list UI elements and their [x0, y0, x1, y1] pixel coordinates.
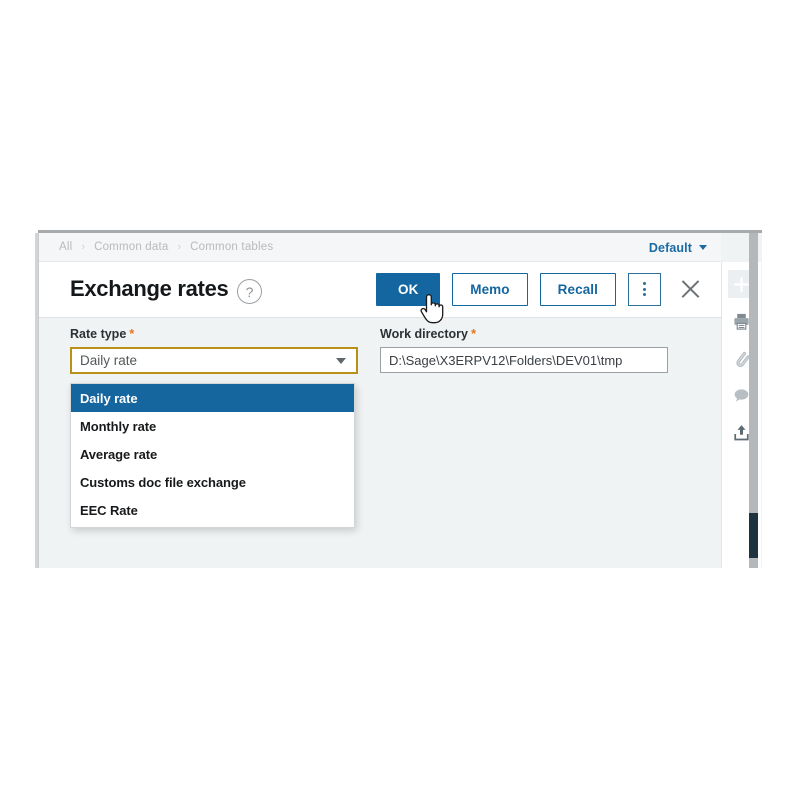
kebab-dot [643, 293, 646, 296]
rate-type-select[interactable]: Daily rate [70, 347, 358, 374]
breadcrumb-item-common-tables[interactable]: Common tables [190, 241, 273, 253]
required-marker: * [129, 326, 135, 341]
dropdown-option-monthly-rate[interactable]: Monthly rate [71, 412, 354, 440]
breadcrumb-item-all[interactable]: All [59, 241, 72, 253]
form-content-area: Rate type * Daily rate Daily rate Monthly… [39, 318, 721, 568]
kebab-dot [643, 282, 646, 285]
ok-button[interactable]: OK [376, 272, 441, 306]
kebab-dot [643, 287, 646, 291]
rate-type-label-text: Rate type [70, 327, 127, 341]
header-action-bar: OK Memo Recall [376, 272, 721, 306]
window-header: Exchange rates ? OK Memo Recall [39, 262, 721, 318]
screenshot-canvas: All › Common data › Common tables Defaul… [0, 0, 800, 800]
breadcrumb-bar: All › Common data › Common tables Defaul… [39, 233, 721, 262]
close-icon[interactable] [673, 272, 707, 306]
help-icon[interactable]: ? [237, 279, 262, 304]
view-selector-default[interactable]: Default [649, 233, 707, 262]
dropdown-option-daily-rate[interactable]: Daily rate [71, 384, 354, 412]
kebab-menu-icon[interactable] [628, 272, 661, 306]
dropdown-option-customs-doc-file-exchange[interactable]: Customs doc file exchange [71, 468, 354, 496]
view-selector-label: Default [648, 240, 692, 255]
erp-application-window: All › Common data › Common tables Defaul… [38, 233, 762, 568]
breadcrumb-separator-icon: › [81, 240, 86, 253]
breadcrumb-separator-icon: › [177, 240, 182, 253]
page-title: Exchange rates [70, 276, 229, 301]
recall-button[interactable]: Recall [539, 272, 616, 306]
dropdown-option-eec-rate[interactable]: EEC Rate [71, 496, 354, 524]
required-marker: * [471, 326, 477, 341]
rate-type-selected-value: Daily rate [80, 353, 138, 368]
rate-type-label: Rate type * [70, 326, 358, 341]
work-directory-label: Work directory * [380, 326, 668, 341]
rate-type-dropdown-list[interactable]: Daily rate Monthly rate Average rate Cus… [70, 383, 355, 528]
work-directory-field-group: Work directory * D:\Sage\X3ERPV12\Folders… [380, 326, 668, 373]
work-directory-input[interactable]: D:\Sage\X3ERPV12\Folders\DEV01\tmp [380, 347, 668, 373]
vertical-scrollbar-thumb[interactable] [749, 513, 758, 558]
chevron-down-icon [699, 245, 707, 250]
breadcrumb-item-common-data[interactable]: Common data [94, 241, 168, 253]
vertical-scrollbar-track[interactable] [749, 233, 758, 568]
memo-button[interactable]: Memo [452, 272, 528, 306]
rate-type-field-group: Rate type * Daily rate Daily rate Monthly… [70, 326, 358, 528]
work-directory-label-text: Work directory [380, 327, 468, 341]
dropdown-option-average-rate[interactable]: Average rate [71, 440, 354, 468]
chevron-down-icon [336, 357, 346, 364]
